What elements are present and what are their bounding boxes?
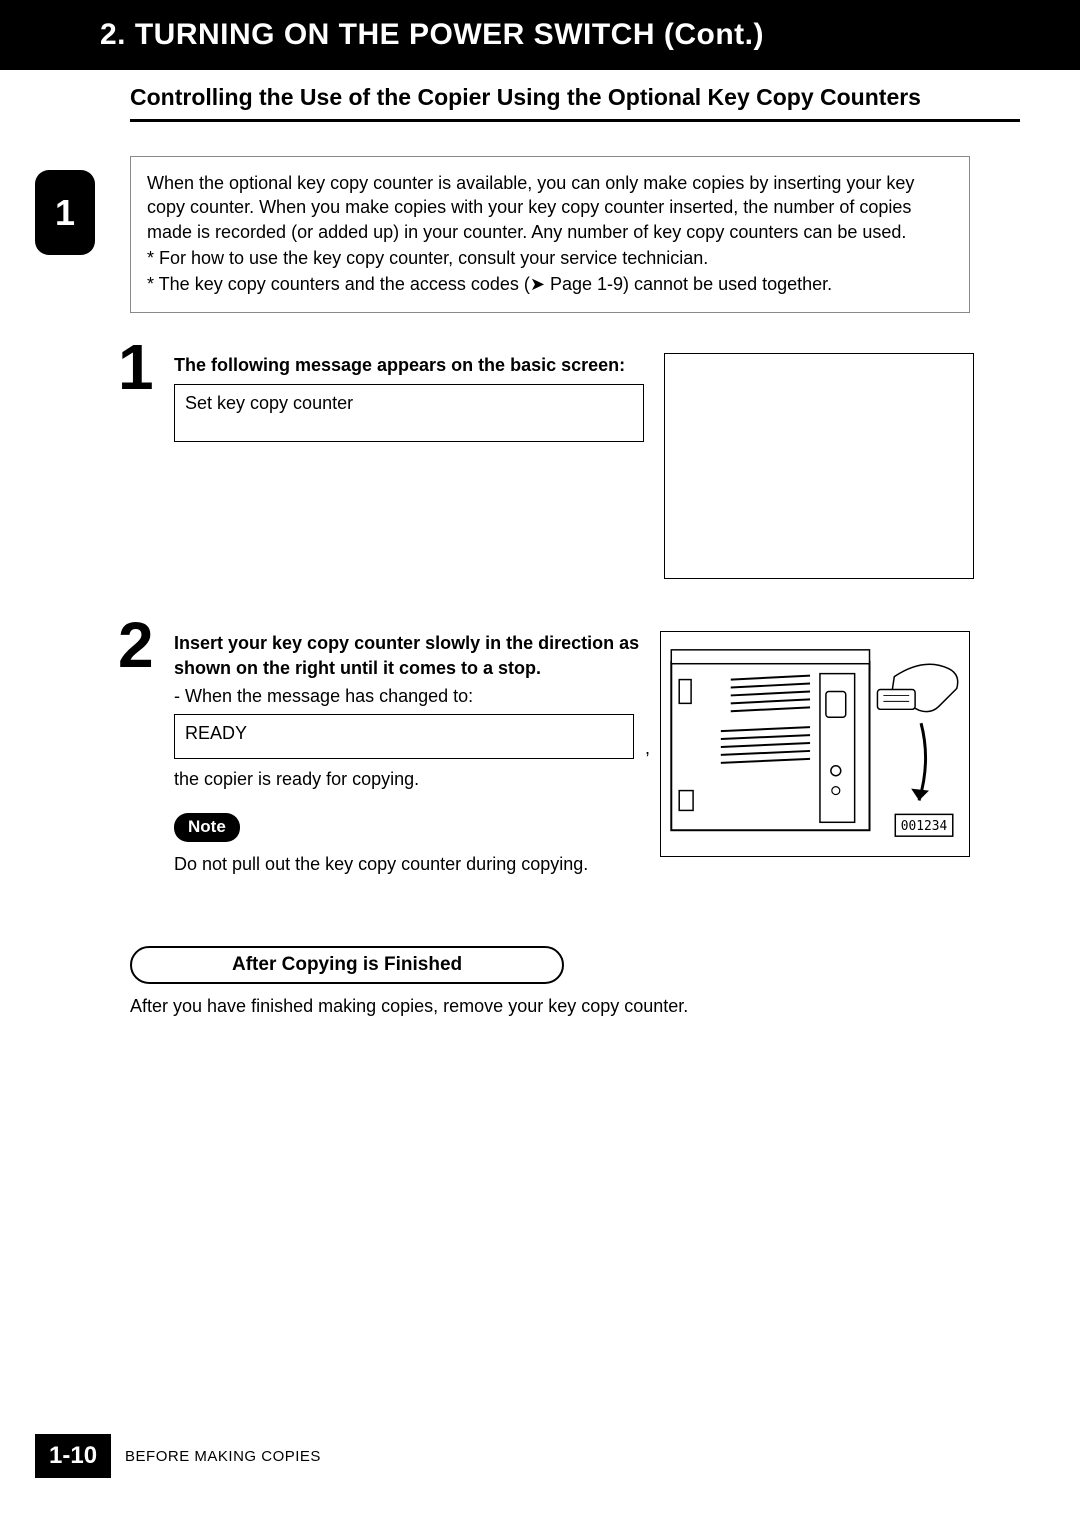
step-1: 1 The following message appears on the b…: [130, 353, 970, 579]
chapter-tab: 1: [35, 170, 95, 255]
after-title: After Copying is Finished: [232, 954, 462, 975]
step-2: 2 Insert your key copy counter slowly in…: [130, 631, 970, 876]
after-text: After you have finished making copies, r…: [130, 996, 970, 1017]
page-title-bar: 2. TURNING ON THE POWER SWITCH (Cont.): [0, 0, 1080, 70]
info-box: When the optional key copy counter is av…: [130, 156, 970, 313]
step-2-illustration: 001234: [660, 631, 970, 857]
subtitle-wrap: Controlling the Use of the Copier Using …: [0, 70, 1080, 130]
page-title: 2. TURNING ON THE POWER SWITCH (Cont.): [100, 18, 764, 51]
note-label: Note: [174, 813, 240, 842]
steps-area: 1 The following message appears on the b…: [130, 353, 970, 1017]
note-text: Do not pull out the key copy counter dur…: [174, 852, 640, 876]
note-label-text: Note: [188, 817, 226, 836]
step-1-illustration-placeholder: [664, 353, 974, 579]
footer-section: BEFORE MAKING COPIES: [125, 1448, 321, 1465]
step-1-heading: The following message appears on the bas…: [174, 353, 644, 377]
step-2-message: READY: [185, 723, 247, 743]
divider: [130, 119, 1020, 122]
step-2-number: 2: [118, 613, 154, 677]
after-title-pill: After Copying is Finished: [130, 946, 564, 984]
page-number-text: 1-10: [49, 1442, 97, 1469]
subtitle: Controlling the Use of the Copier Using …: [130, 84, 1020, 111]
info-bullet-1: * For how to use the key copy counter, c…: [147, 246, 953, 270]
info-main: When the optional key copy counter is av…: [147, 173, 914, 242]
step-2-line1: - When the message has changed to:: [174, 684, 640, 708]
step-1-message: Set key copy counter: [185, 393, 353, 413]
step-1-message-box: Set key copy counter: [174, 384, 644, 442]
step-2-message-box: READY: [174, 714, 634, 758]
page-footer: 1-10 BEFORE MAKING COPIES: [35, 1434, 321, 1478]
step-2-comma: ,: [645, 736, 650, 760]
chapter-number: 1: [55, 192, 75, 234]
step-2-heading: Insert your key copy counter slowly in t…: [174, 631, 640, 680]
copier-illustration-icon: 001234: [661, 632, 969, 856]
step-1-number: 1: [118, 335, 154, 399]
page-number: 1-10: [35, 1434, 111, 1478]
info-bullet-2: * The key copy counters and the access c…: [147, 272, 953, 296]
step-2-line2: the copier is ready for copying.: [174, 767, 640, 791]
counter-reading: 001234: [901, 820, 948, 835]
